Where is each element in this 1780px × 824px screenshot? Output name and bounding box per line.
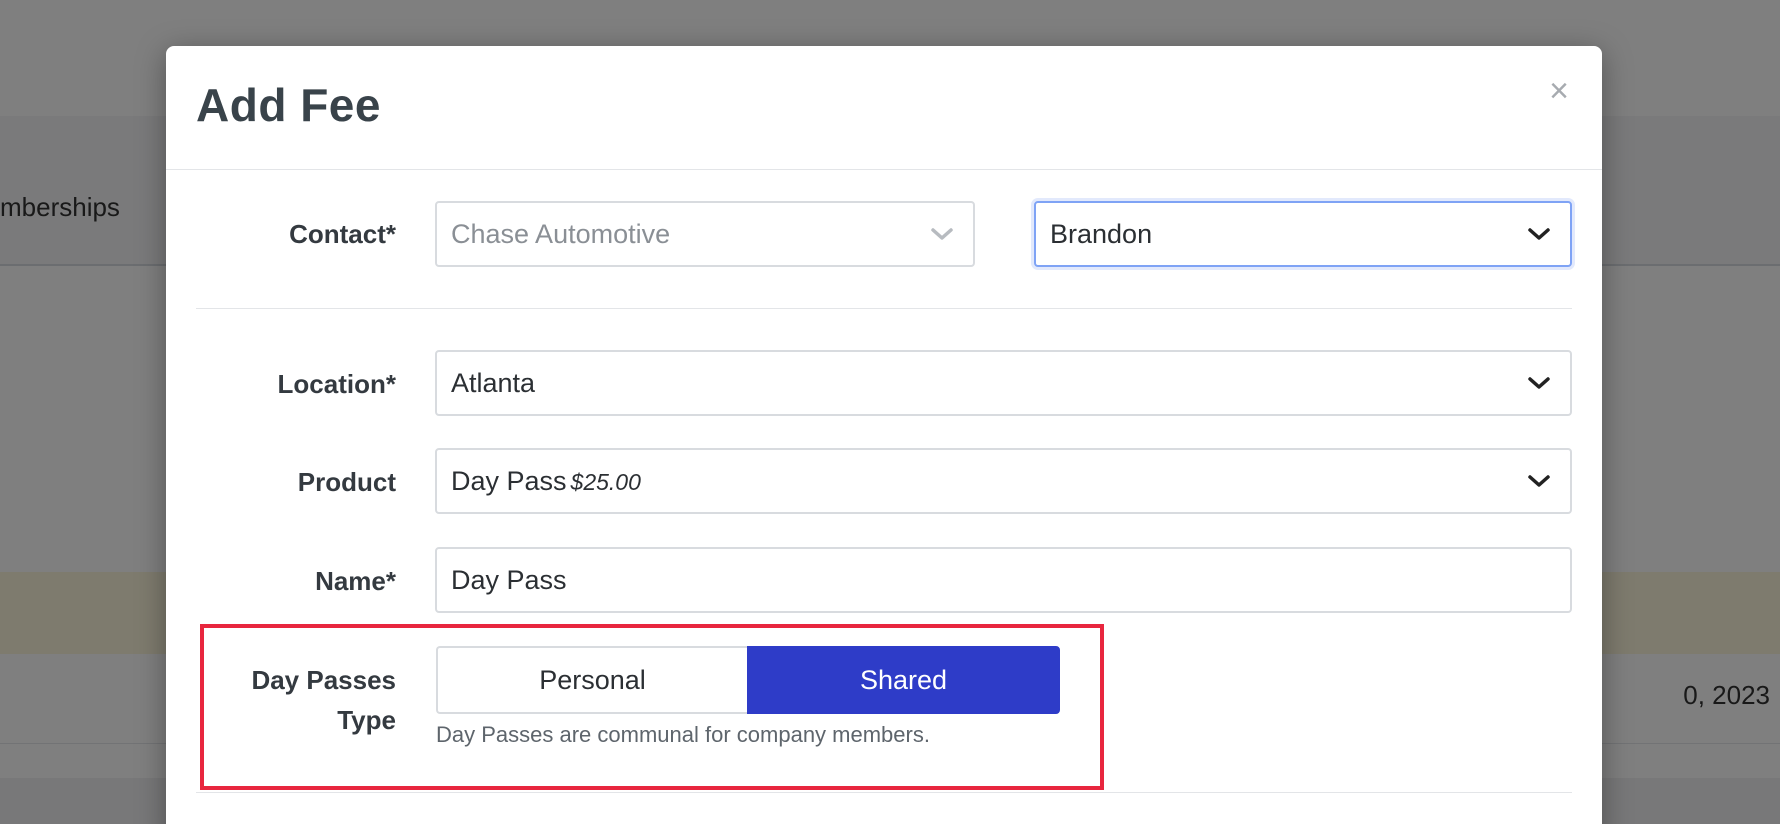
product-label: Product [297,467,396,497]
product-select[interactable]: Day Pass $25.00 [435,448,1572,514]
add-fee-modal: Add Fee × Contact* Chase Automotive Bran… [166,46,1602,824]
day-passes-type-toggle: Personal Shared [436,646,1060,714]
name-input[interactable] [435,547,1572,613]
contact-person-select[interactable]: Brandon [1034,201,1572,267]
day-passes-help-text: Day Passes are communal for company memb… [436,722,930,747]
personal-option-button[interactable]: Personal [436,646,747,714]
day-passes-type-label: Day Passes Type [196,660,396,740]
close-icon[interactable]: × [1542,74,1576,108]
location-value: Atlanta [451,368,536,398]
section-divider-bottom [196,792,1572,793]
location-select[interactable]: Atlanta [435,350,1572,416]
product-value: Day Pass [451,466,567,496]
product-price: $25.00 [570,469,641,495]
name-label: Name* [315,566,396,596]
chevron-down-icon [1526,470,1552,492]
location-label: Location* [277,369,396,399]
contact-label: Contact* [289,219,396,249]
contact-person-value: Brandon [1050,219,1153,249]
chevron-down-icon [1526,372,1552,394]
chevron-down-icon [929,223,955,245]
shared-option-button[interactable]: Shared [747,646,1060,714]
contact-company-value: Chase Automotive [451,219,671,249]
chevron-down-icon [1526,223,1552,245]
contact-company-select[interactable]: Chase Automotive [435,201,975,267]
modal-header: Add Fee × [166,46,1602,170]
day-passes-type-label-line1: Day Passes [251,665,396,695]
section-divider [196,308,1572,309]
day-passes-type-label-line2: Type [337,705,396,735]
modal-title: Add Fee [196,79,381,131]
